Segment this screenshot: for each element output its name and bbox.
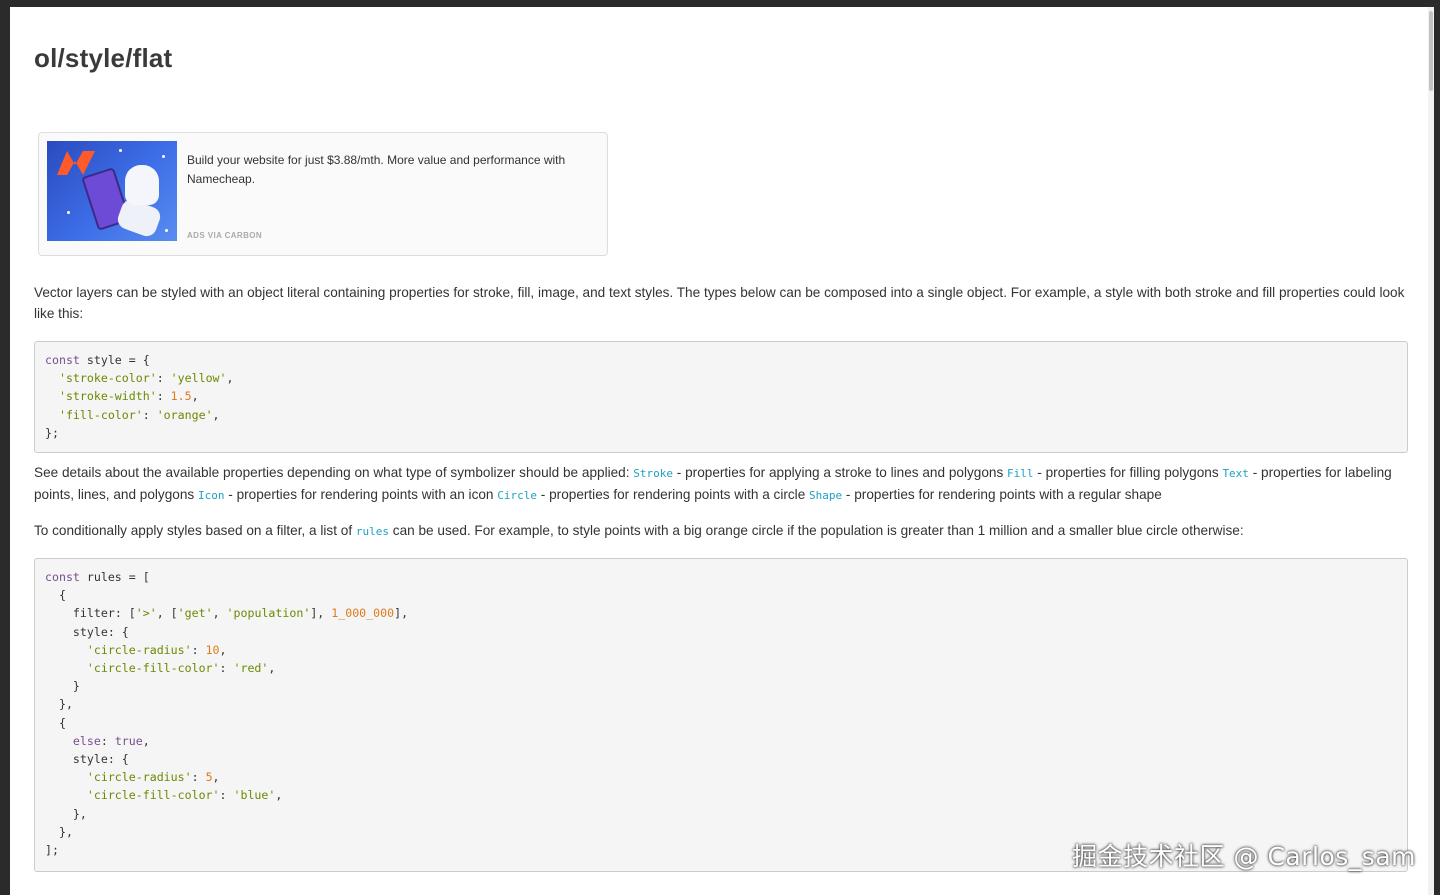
code-token: style = { (79, 353, 150, 367)
vertical-scrollbar[interactable] (1428, 7, 1434, 895)
star-icon (165, 229, 168, 232)
code-token: 'blue' (233, 788, 276, 803)
code-token: 10 (205, 642, 220, 657)
details-desc: - properties for rendering points with a… (224, 487, 498, 502)
code-token: 'stroke-color' (58, 371, 157, 386)
details-desc: - properties for applying a stroke to li… (673, 465, 1008, 480)
code-token: style (72, 624, 108, 639)
code-token: 'population' (226, 606, 311, 621)
ad-image[interactable] (47, 141, 177, 241)
details-desc: - properties for filling polygons (1033, 465, 1223, 480)
link-fill[interactable]: Fill (1007, 467, 1034, 480)
intro-paragraph: Vector layers can be styled with an obje… (34, 285, 1405, 321)
link-icon[interactable]: Icon (198, 489, 225, 502)
details-intro: See details about the available properti… (34, 465, 634, 480)
carbon-ad[interactable]: Build your website for just $3.88/mth. M… (38, 132, 608, 256)
ad-text[interactable]: Build your website for just $3.88/mth. M… (187, 151, 587, 189)
scrollbar-thumb[interactable] (1429, 11, 1433, 91)
code-token: 'circle-radius' (86, 642, 192, 657)
details-paragraph: See details about the available properti… (34, 462, 1410, 506)
code-token: '>' (135, 606, 157, 621)
code-token: 'get' (177, 606, 213, 621)
rules-after: can be used. For example, to style point… (389, 523, 1244, 538)
code-token: const (45, 570, 80, 584)
page-title: ol/style/flat (34, 43, 173, 73)
link-text[interactable]: Text (1222, 467, 1249, 480)
code-token: const (45, 353, 80, 367)
star-icon (119, 149, 122, 152)
code-token: else (72, 733, 101, 748)
watermark: 掘金技术社区 @ Carlos_sam (1072, 842, 1416, 871)
style-code-block: const style = { 'stroke-color': 'yellow'… (34, 341, 1408, 453)
code-token: 5 (205, 770, 213, 785)
code-token: 'circle-radius' (86, 770, 192, 785)
link-circle[interactable]: Circle (497, 489, 537, 502)
code-token: }; (45, 425, 59, 440)
code-token: true (114, 733, 143, 748)
code-token: 'orange' (156, 407, 213, 422)
rules-code-block: const rules = [ { filter: ['>', ['get', … (34, 558, 1408, 872)
code-token: 1_000_000 (331, 606, 395, 621)
star-icon (67, 211, 70, 214)
astronaut-illustration (125, 165, 159, 205)
code-token: ]; (45, 843, 59, 858)
details-desc: - properties for rendering points with a… (842, 487, 1162, 502)
ad-via-carbon-link[interactable]: ADS VIA CARBON (187, 231, 262, 240)
docs-page: ol/style/flat Build your website for jus… (10, 7, 1434, 895)
code-token: rules = [ (79, 570, 150, 584)
code-token: 1.5 (170, 389, 192, 404)
code-token: 'circle-fill-color' (86, 788, 220, 803)
code-token: filter (72, 606, 115, 621)
star-icon (162, 155, 165, 158)
code-token: 'stroke-width' (58, 389, 157, 404)
code-token: 'yellow' (170, 371, 227, 386)
rules-paragraph: To conditionally apply styles based on a… (34, 520, 1410, 542)
link-rules[interactable]: rules (356, 525, 389, 538)
details-desc: - properties for rendering points with a… (537, 487, 810, 502)
code-token: 'fill-color' (58, 407, 143, 422)
link-shape[interactable]: Shape (809, 489, 842, 502)
link-stroke[interactable]: Stroke (633, 467, 673, 480)
code-token: 'red' (233, 661, 269, 676)
code-token: style (72, 752, 108, 767)
rules-before: To conditionally apply styles based on a… (34, 523, 356, 538)
code-token: 'circle-fill-color' (86, 661, 220, 676)
